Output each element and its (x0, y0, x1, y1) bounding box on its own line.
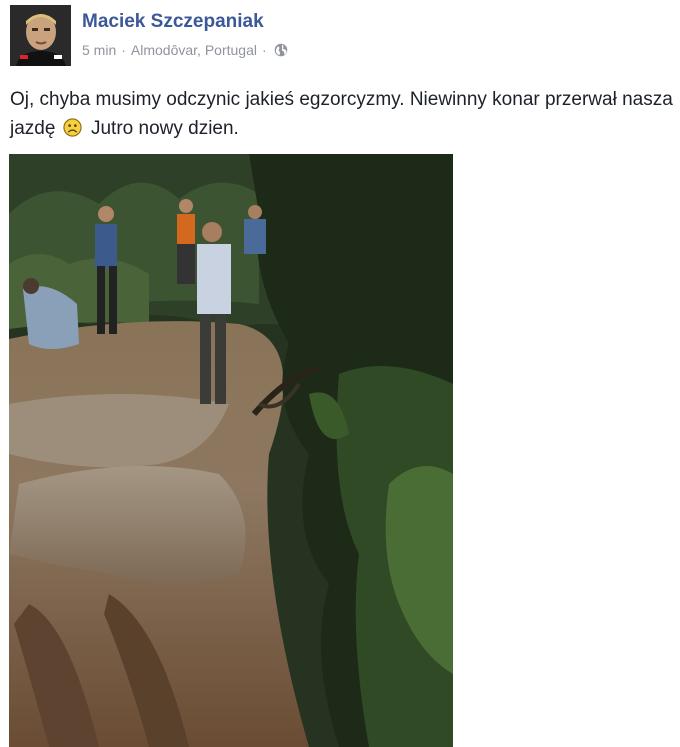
post-text-part: Jutro nowy dzien. (85, 118, 239, 139)
globe-icon[interactable] (274, 43, 288, 57)
post-meta: 5 min · Almodôvar, Portugal · (82, 42, 288, 58)
author-name[interactable]: Maciek Szczepaniak (82, 11, 264, 33)
post-timestamp[interactable]: 5 min (82, 42, 116, 58)
frown-emoji-icon (63, 118, 82, 137)
post-location[interactable]: Almodôvar, Portugal (131, 42, 257, 58)
post-text: Oj, chyba musimy odczynic jakieś egzorcy… (10, 85, 678, 143)
avatar[interactable] (10, 5, 71, 66)
post-photo[interactable] (9, 154, 453, 747)
meta-separator: · (261, 42, 267, 58)
rally-stage-photo (9, 154, 453, 747)
meta-separator: · (121, 42, 126, 58)
